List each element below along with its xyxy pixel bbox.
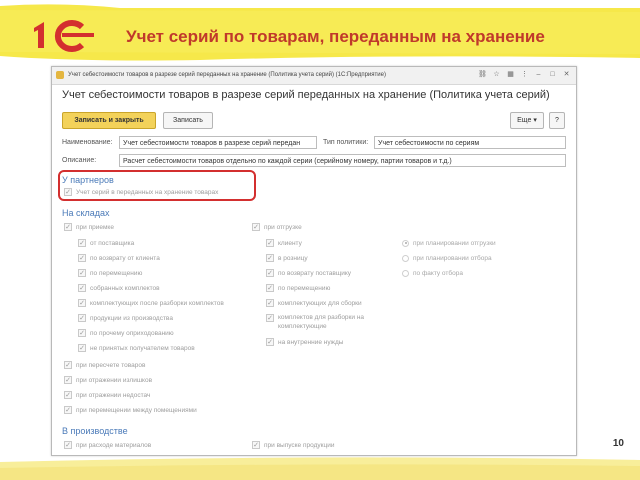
checkbox-checked-icon: ✓ (64, 441, 72, 449)
more-icon[interactable]: ⋮ (519, 70, 530, 80)
save-button[interactable]: Записать (163, 112, 213, 129)
checkbox-checked-icon: ✓ (266, 254, 274, 262)
checkbox-checked-icon: ✓ (78, 284, 86, 292)
1c-logo-icon (34, 20, 94, 52)
checkbox-checked-icon: ✓ (78, 344, 86, 352)
help-button[interactable]: ? (549, 112, 565, 129)
radio-plan-shipment[interactable]: при планировании отгрузки (402, 238, 496, 248)
page-number: 10 (612, 438, 624, 449)
production-section-header: В производстве (62, 426, 128, 436)
checkbox-checked-icon: ✓ (266, 338, 274, 346)
checkbox-checked-icon: ✓ (252, 441, 260, 449)
description-label: Описание: (62, 157, 97, 164)
checkbox-checked-icon: ✓ (64, 391, 72, 399)
checkbox-to-client[interactable]: ✓ клиенту (266, 238, 302, 248)
grid-icon[interactable]: ▦ (505, 70, 516, 80)
checkbox-checked-icon: ✓ (64, 223, 72, 231)
name-field[interactable]: Учет себестоимости товаров в разрезе сер… (119, 136, 317, 149)
maximize-icon[interactable]: □ (547, 70, 558, 80)
checkbox-transfer-in[interactable]: ✓ по перемещению (78, 268, 142, 278)
checkbox-checked-icon: ✓ (78, 314, 86, 322)
checkbox-not-accepted-goods[interactable]: ✓ не принятых получателем товаров (78, 343, 195, 353)
checkbox-checked-icon: ✓ (78, 299, 86, 307)
checkbox-product-output[interactable]: ✓ при выпуске продукции (252, 440, 334, 450)
checkbox-client-return[interactable]: ✓ по возврату от клиента (78, 253, 160, 263)
checkbox-components-for-assembly[interactable]: ✓ комплектующих для сборки (266, 298, 362, 308)
window-titlebar: Учет себестоимости товаров в разрезе сер… (52, 67, 576, 85)
slide-footer (0, 457, 640, 480)
close-icon[interactable]: ✕ (561, 70, 572, 80)
window-controls: ⛓ ☆ ▦ ⋮ – □ ✕ (477, 70, 572, 80)
checkbox-checked-icon: ✓ (266, 239, 274, 247)
policy-type-label: Тип политики: (323, 139, 369, 146)
name-label: Наименование: (62, 139, 113, 146)
checkbox-production-output[interactable]: ✓ продукции из производства (78, 313, 173, 323)
checkbox-components-after-disassembly[interactable]: ✓ комплектующих после разборки комплектов (78, 298, 224, 308)
description-field[interactable]: Расчет себестоимости товаров отдельно по… (119, 154, 566, 167)
checkbox-checked-icon: ✓ (266, 269, 274, 277)
checkbox-return-to-supplier[interactable]: ✓ по возврату поставщику (266, 268, 351, 278)
checkbox-checked-icon: ✓ (252, 223, 260, 231)
app-icon (56, 71, 64, 79)
window-title: Учет себестоимости товаров в разрезе сер… (68, 72, 386, 78)
checkbox-internal-needs[interactable]: ✓ на внутренние нужды (266, 337, 343, 347)
checkbox-assembled-kits[interactable]: ✓ собранных комплектов (78, 283, 160, 293)
more-button[interactable]: Еще ▾ (510, 112, 544, 129)
checkbox-surplus[interactable]: ✓ при отражении излишков (64, 375, 152, 385)
form-title: Учет себестоимости товаров в разрезе сер… (62, 89, 550, 101)
checkbox-checked-icon: ✓ (64, 406, 72, 414)
minimize-icon[interactable]: – (533, 70, 544, 80)
radio-actual-picking[interactable]: по факту отбора (402, 268, 463, 278)
radio-selected-icon (402, 239, 409, 247)
checkbox-recount[interactable]: ✓ при пересчете товаров (64, 360, 145, 370)
checkbox-checked-icon: ✓ (266, 299, 274, 307)
save-and-close-button[interactable]: Записать и закрыть (62, 112, 156, 129)
radio-icon (402, 254, 409, 262)
highlight-frame (58, 170, 256, 201)
checkbox-checked-icon: ✓ (64, 361, 72, 369)
slide-title: Учет серий по товарам, переданным на хра… (126, 27, 545, 46)
checkbox-checked-icon: ✓ (78, 269, 86, 277)
app-window: Учет себестоимости товаров в разрезе сер… (51, 66, 577, 456)
checkbox-checked-icon: ✓ (78, 254, 86, 262)
checkbox-checked-icon: ✓ (78, 239, 86, 247)
warehouses-section-header: На складах (62, 208, 110, 218)
checkbox-on-receipt[interactable]: ✓ при приемке (64, 222, 114, 232)
checkbox-checked-icon: ✓ (78, 329, 86, 337)
checkbox-checked-icon: ✓ (64, 376, 72, 384)
checkbox-checked-icon: ✓ (266, 314, 274, 322)
checkbox-shortage[interactable]: ✓ при отражении недостач (64, 390, 150, 400)
checkbox-transfer-out[interactable]: ✓ по перемещению (266, 283, 330, 293)
checkbox-on-shipment[interactable]: ✓ при отгрузке (252, 222, 302, 232)
link-icon[interactable]: ⛓ (477, 70, 488, 80)
star-icon[interactable]: ☆ (491, 70, 502, 80)
checkbox-from-supplier[interactable]: ✓ от поставщика (78, 238, 134, 248)
checkbox-move-between-rooms[interactable]: ✓ при перемещении между помещениями (64, 405, 197, 415)
checkbox-retail[interactable]: ✓ в розницу (266, 253, 308, 263)
radio-icon (402, 269, 409, 277)
radio-plan-picking[interactable]: при планировании отбора (402, 253, 492, 263)
checkbox-material-consumption[interactable]: ✓ при расходе материалов (64, 440, 151, 450)
checkbox-checked-icon: ✓ (266, 284, 274, 292)
policy-type-field[interactable]: Учет себестоимости по сериям (374, 136, 566, 149)
checkbox-other-receipt[interactable]: ✓ по прочему оприходованию (78, 328, 174, 338)
checkbox-kits-for-disassembly[interactable]: ✓ комплектов для разборки на комплектующи… (266, 313, 382, 333)
